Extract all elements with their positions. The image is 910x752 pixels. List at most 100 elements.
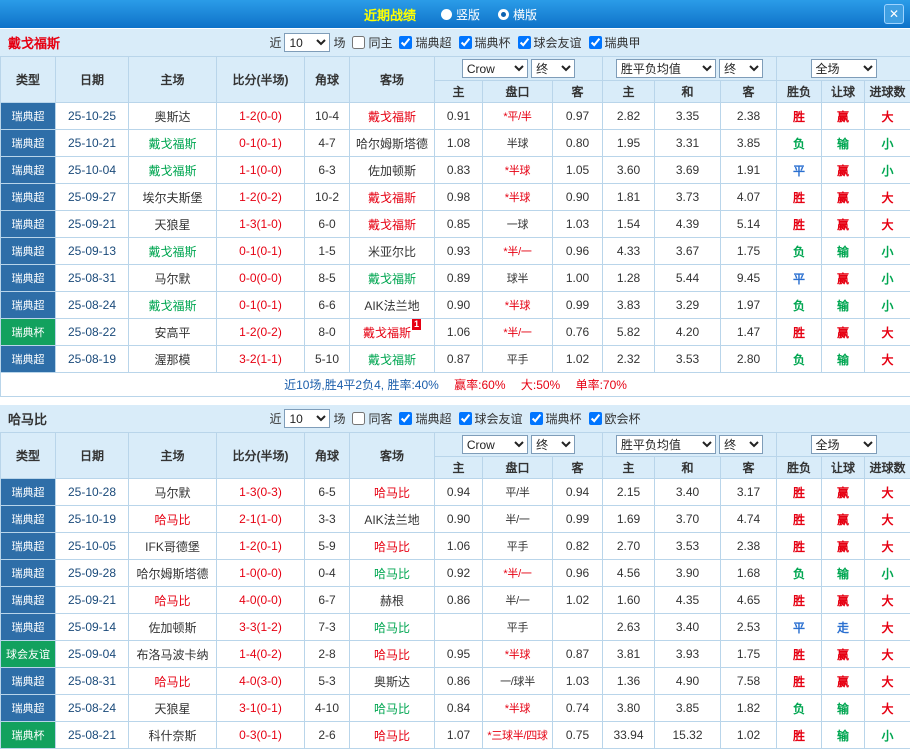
odds-source-select[interactable]: Crow	[461, 435, 528, 454]
col-avg-home: 主	[602, 80, 655, 103]
cell-home-team: 天狼星	[128, 210, 217, 238]
cell-avg-home: 33.94	[602, 721, 655, 749]
odds-time-select[interactable]: 终	[531, 59, 576, 78]
cell-home-odds: 0.91	[434, 102, 483, 130]
cell-avg-away: 2.53	[719, 613, 778, 641]
cell-home-odds: 0.90	[434, 291, 483, 319]
match-row: 瑞典超 25-08-31 马尔默 0-0(0-0) 8-5 戴戈福斯 0.89 球半 1.00 1…	[0, 264, 910, 292]
col-handicap-result: 让球	[821, 80, 866, 103]
checkbox[interactable]	[517, 36, 531, 49]
cell-result: 胜	[776, 586, 823, 614]
col-away: 客场	[349, 432, 435, 479]
cell-away-odds: 0.99	[552, 291, 603, 319]
odds-time-select[interactable]: 终	[531, 435, 576, 454]
cell-handicap: *半/一	[482, 237, 553, 265]
cell-away-team: 哈马比	[349, 694, 435, 722]
avg-time-select[interactable]: 终	[719, 435, 764, 454]
cell-handicap-result: 赢	[821, 667, 866, 695]
cell-avg-draw: 4.20	[654, 318, 721, 346]
filter-league-4[interactable]: 欧会杯	[588, 410, 641, 427]
cell-away-odds: 0.87	[552, 640, 603, 668]
cell-home-odds: 1.07	[434, 721, 483, 749]
cell-home-odds: 0.85	[434, 210, 483, 238]
cell-avg-home: 1.81	[602, 183, 655, 211]
filter-league-1[interactable]: 瑞典超	[399, 410, 452, 427]
cell-avg-away: 2.38	[719, 102, 778, 130]
cell-avg-home: 2.82	[602, 102, 655, 130]
checkbox[interactable]	[458, 36, 472, 49]
odds-source-select[interactable]: Crow	[461, 59, 528, 78]
filter-league-3[interactable]: 瑞典杯	[529, 410, 582, 427]
layout-radio-horizontal[interactable]: 横版	[498, 6, 537, 23]
cell-home-team: 哈马比	[128, 667, 217, 695]
cell-avg-home: 2.32	[602, 345, 655, 373]
cell-avg-draw: 3.40	[654, 613, 721, 641]
recent-label: 近	[269, 412, 282, 426]
cell-corners: 1-5	[304, 237, 350, 265]
checkbox[interactable]	[352, 412, 366, 425]
cell-avg-away: 2.80	[719, 345, 778, 373]
cell-away-team: AIK法兰地	[349, 291, 435, 319]
cell-away-odds: 0.97	[552, 102, 603, 130]
checkbox[interactable]	[588, 36, 602, 49]
odds-group-cell: Crow 终	[434, 56, 603, 81]
cell-away-odds: 1.02	[552, 586, 603, 614]
cell-avg-away: 4.74	[719, 505, 778, 533]
cell-avg-draw: 3.69	[654, 156, 721, 184]
cell-result: 胜	[776, 667, 823, 695]
checkbox[interactable]	[529, 412, 543, 425]
checkbox[interactable]	[588, 412, 602, 425]
cell-result: 胜	[776, 640, 823, 668]
filter-league-2[interactable]: 球会友谊	[458, 410, 523, 427]
col-odds-away: 客	[552, 456, 603, 479]
cell-result: 平	[776, 264, 823, 292]
cell-avg-home: 1.54	[602, 210, 655, 238]
checkbox[interactable]	[399, 36, 413, 49]
cell-score: 0-1(0-1)	[216, 291, 305, 319]
filter-same-venue[interactable]: 同主	[352, 34, 392, 51]
match-row: 瑞典超 25-10-04 戴戈福斯 1-1(0-0) 6-3 佐加顿斯 0.83 *半球 1.0…	[0, 156, 910, 184]
filter-league-3[interactable]: 球会友谊	[517, 34, 582, 51]
cell-goals-result: 小	[864, 559, 910, 587]
cell-corners: 0-4	[304, 559, 350, 587]
scope-select[interactable]: 全场	[810, 435, 877, 454]
recent-count-select[interactable]: 10	[284, 33, 331, 52]
cell-league-type: 瑞典超	[0, 183, 56, 211]
cell-goals-result: 大	[864, 694, 910, 722]
cell-home-odds: 0.86	[434, 667, 483, 695]
match-row: 瑞典超 25-09-21 天狼星 1-3(1-0) 6-0 戴戈福斯 0.85 一球 1.03 1…	[0, 210, 910, 238]
cell-home-odds: 0.84	[434, 694, 483, 722]
cell-home-odds: 0.87	[434, 345, 483, 373]
cell-score: 1-3(1-0)	[216, 210, 305, 238]
cell-avg-away: 1.68	[719, 559, 778, 587]
cell-result: 负	[776, 559, 823, 587]
avg-time-select[interactable]: 终	[719, 59, 764, 78]
filter-league-1[interactable]: 瑞典超	[399, 34, 452, 51]
scope-select[interactable]: 全场	[810, 59, 877, 78]
cell-date: 25-09-13	[55, 237, 129, 265]
filter-same-venue[interactable]: 同客	[352, 410, 392, 427]
cell-handicap-result: 赢	[821, 156, 866, 184]
cell-avg-draw: 15.32	[654, 721, 721, 749]
cell-away-team: 佐加顿斯	[349, 156, 435, 184]
match-row: 瑞典超 25-10-05 IFK哥德堡 1-2(0-1) 5-9 哈马比 1.06 平手 0.8…	[0, 532, 910, 560]
checkbox[interactable]	[399, 412, 413, 425]
checkbox[interactable]	[458, 412, 472, 425]
cell-league-type: 瑞典超	[0, 291, 56, 319]
summary-record: 近10场,胜4平2负4, 胜率:40%	[284, 378, 439, 392]
checkbox[interactable]	[352, 36, 366, 49]
cell-handicap-result: 赢	[821, 532, 866, 560]
close-button[interactable]: ✕	[884, 4, 904, 24]
recent-count-select[interactable]: 10	[284, 409, 331, 428]
cell-home-team: 马尔默	[128, 264, 217, 292]
cell-result: 平	[776, 613, 823, 641]
team-name: 戴戈福斯	[8, 36, 61, 51]
cell-handicap: *半球	[482, 183, 553, 211]
avg-source-select[interactable]: 胜平负均值	[615, 435, 716, 454]
cell-corners: 6-3	[304, 156, 350, 184]
filter-league-4[interactable]: 瑞典甲	[588, 34, 641, 51]
cell-date: 25-09-14	[55, 613, 129, 641]
filter-league-2[interactable]: 瑞典杯	[458, 34, 511, 51]
layout-radio-vertical[interactable]: 竖版	[440, 6, 480, 23]
avg-source-select[interactable]: 胜平负均值	[615, 59, 716, 78]
